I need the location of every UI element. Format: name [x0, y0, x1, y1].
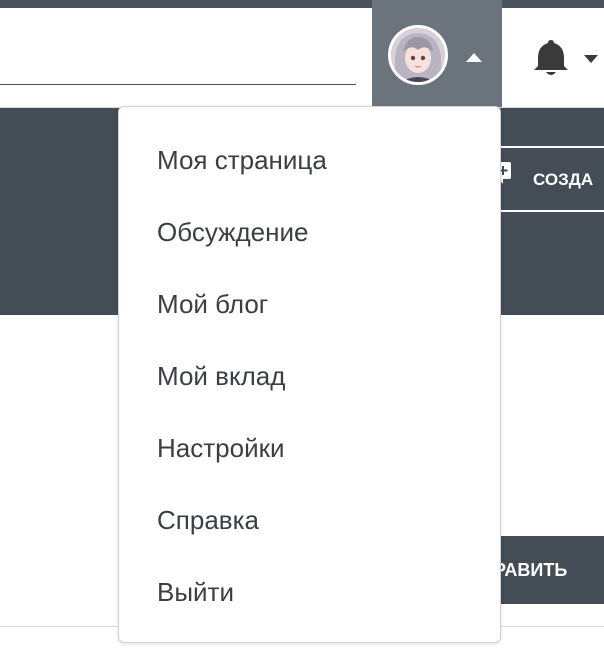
caret-up-icon[interactable]	[466, 53, 482, 62]
menu-item-my-page[interactable]: Моя страница	[119, 124, 500, 196]
top-strip	[0, 0, 604, 8]
menu-item-help[interactable]: Справка	[119, 484, 500, 556]
edit-button-label: РАВИТЬ	[494, 560, 568, 580]
menu-item-logout[interactable]: Выйти	[119, 556, 500, 628]
create-button-label: СОЗДА	[533, 170, 594, 189]
user-dropdown-menu: Моя страница Обсуждение Мой блог Мой вкл…	[118, 106, 501, 643]
banner-title: EER DEVEL	[0, 372, 117, 394]
user-avatar[interactable]	[388, 25, 448, 85]
menu-item-my-blog[interactable]: Мой блог	[119, 268, 500, 340]
menu-item-discussion[interactable]: Обсуждение	[119, 196, 500, 268]
create-button[interactable]: СОЗДА	[495, 146, 604, 212]
menu-item-settings[interactable]: Настройки	[119, 412, 500, 484]
user-menu-list: Моя страница Обсуждение Мой блог Мой вкл…	[119, 124, 500, 628]
search-input[interactable]	[0, 84, 356, 85]
bell-icon[interactable]	[533, 38, 569, 78]
menu-item-my-contributions[interactable]: Мой вклад	[119, 340, 500, 412]
avatar-image	[391, 28, 445, 82]
chevron-down-icon[interactable]	[584, 55, 598, 63]
